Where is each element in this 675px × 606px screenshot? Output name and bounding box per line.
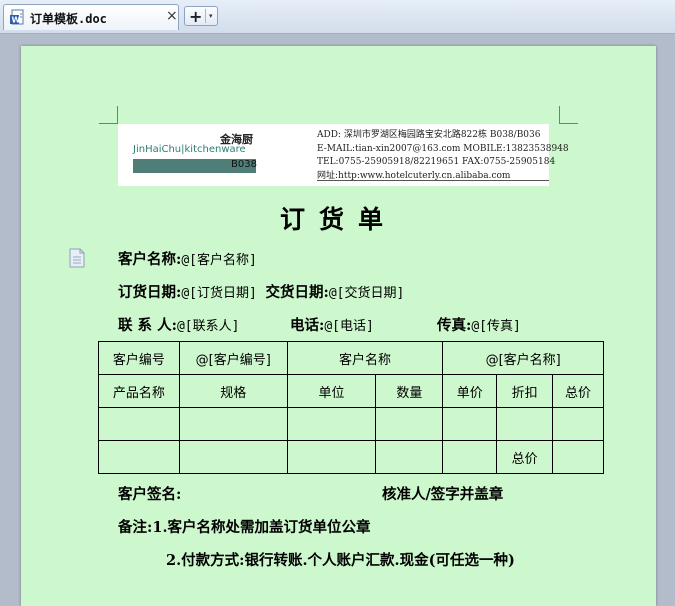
total-label-cell: 总价 — [496, 440, 554, 474]
document-page: 金海厨 JinHaiChu|kitchenware B038 ADD: 深圳市罗… — [21, 46, 656, 606]
column-header: 数量 — [375, 374, 444, 408]
note-line-1: 备注:1.客户名称处需加盖订货单位公章 — [118, 519, 371, 536]
customer-name-field[interactable]: @[客户名称] — [181, 253, 256, 268]
page-title: 订货单 — [279, 205, 397, 234]
delivery-date-field[interactable]: @[交货日期] — [329, 286, 404, 301]
column-header: 单位 — [286, 374, 377, 408]
crop-mark — [559, 123, 578, 124]
table-cell[interactable] — [442, 407, 498, 441]
contact-person-label: 联 系 人: — [118, 317, 177, 334]
customer-name-label: 客户名称: — [118, 251, 182, 268]
new-tab-button[interactable]: + ▾ — [184, 6, 218, 26]
table-cell[interactable] — [98, 407, 180, 441]
contact-info: ADD: 深圳市罗湖区梅园路宝安北路822栋 B038/B036 E-MAIL:… — [317, 129, 569, 183]
table-row — [98, 407, 604, 441]
approver-label: 核准人/签字并盖章 — [382, 486, 504, 503]
logo-bar: B038 — [133, 159, 257, 173]
column-header: 规格 — [178, 374, 288, 408]
table-cell[interactable] — [552, 407, 604, 441]
table-cell[interactable] — [496, 407, 554, 441]
crop-mark — [117, 106, 118, 124]
document-tab[interactable]: W 订单模板.doc × — [3, 4, 179, 30]
customer-name-row: 客户名称:@[客户名称] — [118, 248, 257, 269]
table-cell[interactable] — [286, 440, 377, 474]
date-row: 订货日期:@[订货日期] 交货日期:@[交货日期] — [118, 281, 404, 302]
svg-text:W: W — [12, 16, 21, 25]
plus-icon[interactable]: + — [189, 7, 202, 26]
table-cell[interactable] — [552, 440, 604, 474]
tab-title: 订单模板.doc — [30, 12, 107, 26]
table-cell[interactable] — [375, 440, 444, 474]
order-table: 客户编号 @[客户编号] 客户名称 @[客户名称] 产品名称 规格 单位 数量 … — [98, 341, 604, 474]
delivery-date-label: 交货日期: — [265, 284, 329, 301]
contact-divider — [317, 180, 549, 181]
note-line-2: 2.付款方式:银行转账.个人账户汇款.现金(可任选一种) — [166, 552, 515, 569]
chevron-down-icon[interactable]: ▾ — [209, 12, 213, 20]
contact-row: 联 系 人:@[联系人] — [118, 314, 239, 335]
fax-label: 传真: — [437, 317, 472, 334]
table-cell[interactable]: @[客户编号] — [178, 341, 288, 375]
table-cell[interactable] — [178, 440, 288, 474]
table-cell[interactable] — [442, 440, 498, 474]
table-row: 客户编号 @[客户编号] 客户名称 @[客户名称] — [98, 341, 604, 375]
column-header: 产品名称 — [98, 374, 180, 408]
logo-code: B038 — [231, 159, 257, 170]
table-cell[interactable] — [286, 407, 377, 441]
contact-line-address: ADD: 深圳市罗湖区梅园路宝安北路822栋 B038/B036 — [317, 130, 541, 140]
logo-english-name: JinHaiChu|kitchenware — [133, 144, 246, 155]
contact-line-tel: TEL:0755-25905918/82219651 FAX:0755-2590… — [317, 157, 556, 167]
document-marker-icon — [68, 248, 86, 272]
table-cell[interactable] — [178, 407, 288, 441]
fax-row: 传真:@[传真] — [437, 314, 521, 335]
table-row: 总价 — [98, 440, 604, 474]
table-cell[interactable] — [98, 440, 180, 474]
column-header: 单价 — [442, 374, 498, 408]
word-document-icon: W — [10, 9, 26, 30]
table-header-row: 产品名称 规格 单位 数量 单价 折扣 总价 — [98, 374, 604, 408]
crop-mark — [99, 123, 118, 124]
table-cell: 客户编号 — [98, 341, 180, 375]
divider — [205, 9, 206, 23]
order-date-field[interactable]: @[订货日期] — [181, 286, 256, 301]
phone-row: 电话:@[电话] — [290, 314, 374, 335]
tab-bar: W 订单模板.doc × + ▾ — [0, 0, 675, 34]
letterhead-image: 金海厨 JinHaiChu|kitchenware B038 ADD: 深圳市罗… — [118, 124, 569, 186]
contact-person-field[interactable]: @[联系人] — [177, 319, 239, 334]
table-cell: 客户名称 — [286, 341, 444, 375]
table-cell[interactable] — [375, 407, 444, 441]
order-date-label: 订货日期: — [118, 284, 182, 301]
column-header: 总价 — [552, 374, 604, 408]
fax-field[interactable]: @[传真] — [471, 319, 520, 334]
table-cell[interactable]: @[客户名称] — [442, 341, 604, 375]
contact-line-email: E-MAIL:tian-xin2007@163.com MOBILE:13823… — [317, 143, 569, 154]
customer-signature-label: 客户签名: — [118, 486, 182, 503]
column-header: 折扣 — [496, 374, 554, 408]
crop-mark — [559, 106, 560, 124]
close-tab-icon[interactable]: × — [166, 8, 178, 24]
phone-field[interactable]: @[电话] — [324, 319, 373, 334]
phone-label: 电话: — [290, 317, 325, 334]
